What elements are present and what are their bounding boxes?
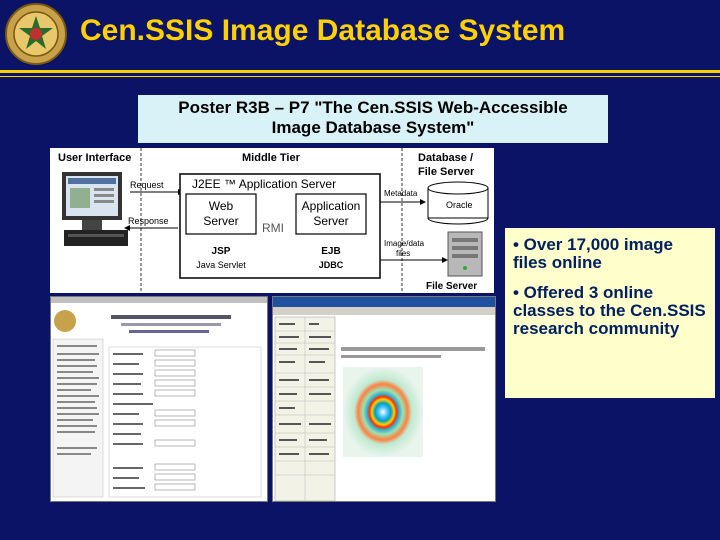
metadata-label: Metadata <box>384 189 418 198</box>
web-server-line-1: Web <box>209 199 234 213</box>
poster-reference: Poster R3B – P7 "The Cen.SSIS Web-Access… <box>138 95 608 143</box>
ejb-label: EJB <box>321 246 340 257</box>
app-server-label: J2EE ™ Application Server <box>192 177 336 191</box>
image-record-screenshot <box>272 296 496 502</box>
request-label: Request <box>130 180 164 190</box>
search-form-screenshot <box>50 296 268 502</box>
jsp-label: JSP <box>212 246 231 257</box>
bullet-item: • Offered 3 online classes to the Cen.SS… <box>513 283 706 338</box>
file-server-label: File Server <box>418 166 475 178</box>
user-interface-label: User Interface <box>58 152 131 164</box>
bullet-box: • Over 17,000 image files online • Offer… <box>505 228 715 398</box>
rmi-label: RMI <box>262 221 284 235</box>
oracle-label: Oracle <box>446 200 473 210</box>
jdbc-label: JDBC <box>319 260 344 270</box>
application-server-line-2: Server <box>313 214 348 228</box>
poster-line-2: Image Database System" <box>271 118 475 137</box>
response-label: Response <box>128 216 169 226</box>
database-label: Database / <box>418 152 473 164</box>
java-servlet-label: Java Servlet <box>196 260 246 270</box>
fringe-pattern-image <box>343 367 423 457</box>
architecture-diagram: User Interface Middle Tier Database / Fi… <box>50 148 494 293</box>
slide-title: Cen.SSIS Image Database System <box>80 14 566 47</box>
web-server-line-2: Server <box>203 214 238 228</box>
middle-tier-label: Middle Tier <box>242 152 301 164</box>
poster-line-1: Poster R3B – P7 "The Cen.SSIS Web-Access… <box>178 98 568 117</box>
title-rule-thin <box>0 76 720 77</box>
title-rule <box>0 70 720 73</box>
file-server-caption: File Server <box>426 281 477 292</box>
bullet-item: • Over 17,000 image files online <box>513 235 673 272</box>
server-tower-icon <box>447 231 483 277</box>
image-data-label: Image/data <box>384 239 425 248</box>
files-label: files <box>396 249 410 258</box>
application-server-line-1: Application <box>302 199 361 213</box>
cen-ssis-logo-icon <box>5 3 67 65</box>
computer-monitor-icon <box>62 172 128 246</box>
